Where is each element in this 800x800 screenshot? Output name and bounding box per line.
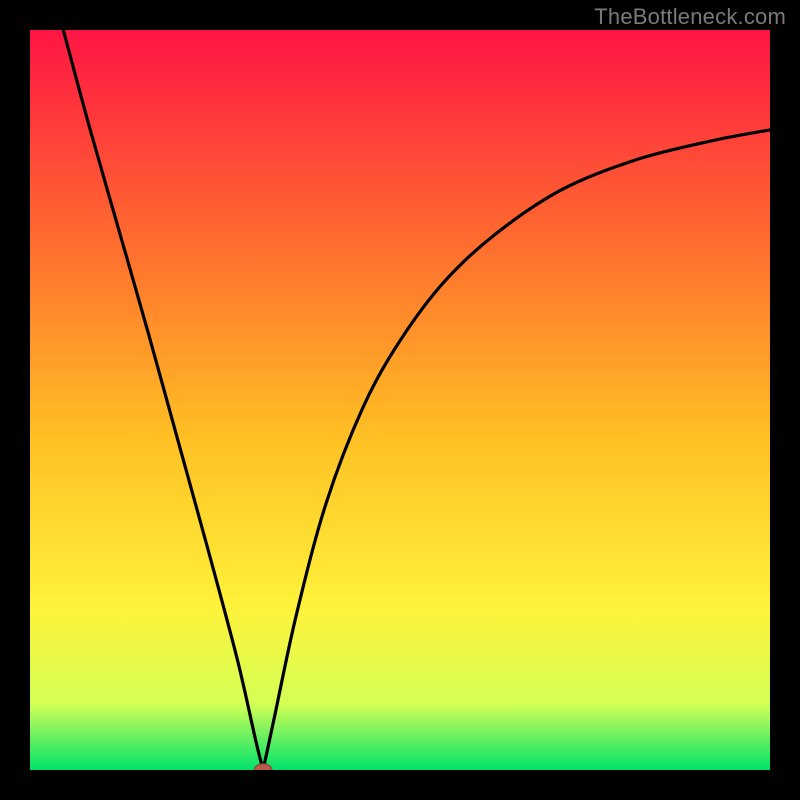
watermark-text: TheBottleneck.com (594, 4, 786, 30)
bottleneck-curve-chart (30, 30, 770, 770)
chart-frame: TheBottleneck.com (0, 0, 800, 800)
gradient-background (30, 30, 770, 770)
plot-area (30, 30, 770, 770)
